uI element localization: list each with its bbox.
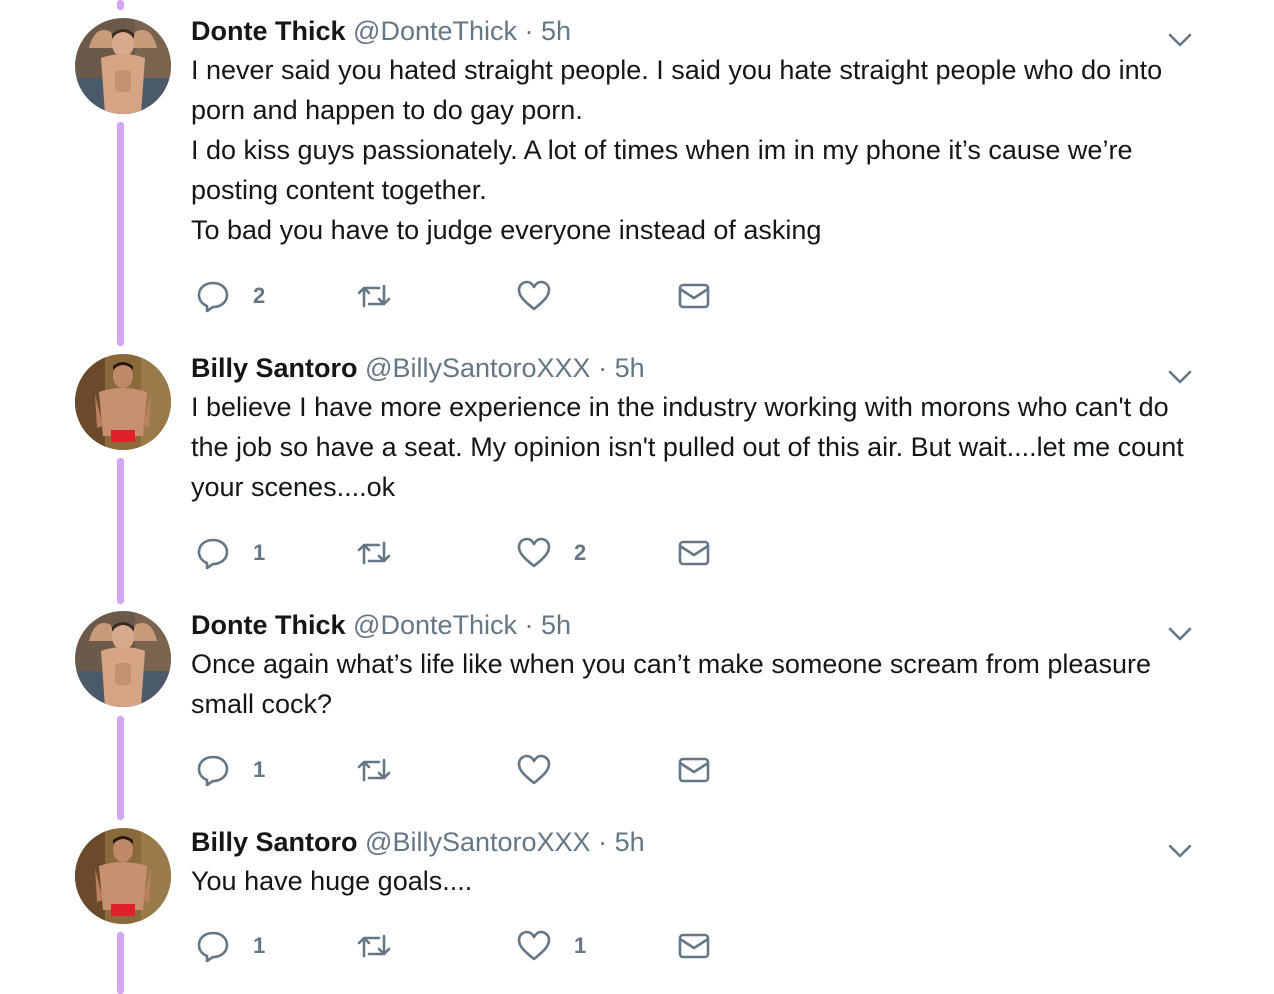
heart-icon <box>516 928 552 964</box>
tweet-header: Donte Thick @DonteThick · 5h <box>191 14 571 48</box>
like-button[interactable]: 2 <box>516 533 586 573</box>
like-button[interactable] <box>516 276 574 316</box>
retweet-button[interactable] <box>355 533 415 573</box>
avatar[interactable] <box>75 828 171 924</box>
tweet-header: Billy Santoro @BillySantoroXXX · 5h <box>191 825 645 859</box>
tweet-text-line: To bad you have to judge everyone instea… <box>191 215 822 245</box>
direct-message-button[interactable] <box>677 276 711 316</box>
user-handle[interactable]: @DonteThick <box>353 610 517 640</box>
retweet-icon <box>355 535 393 571</box>
reply-icon <box>195 535 231 571</box>
timestamp[interactable]: 5h <box>615 827 645 857</box>
tweet-text-line: Once again what’s life like when you can… <box>191 649 1151 719</box>
tweet-header: Billy Santoro @BillySantoroXXX · 5h <box>191 351 645 385</box>
retweet-icon <box>355 278 393 314</box>
tweet-actions: 2 <box>191 276 751 316</box>
chevron-down-icon[interactable] <box>1166 30 1194 50</box>
heart-icon <box>516 278 552 314</box>
timestamp[interactable]: 5h <box>615 353 645 383</box>
thread-line <box>117 0 124 10</box>
display-name[interactable]: Billy Santoro <box>191 353 358 383</box>
user-handle[interactable]: @BillySantoroXXX <box>365 353 591 383</box>
heart-icon <box>516 535 552 571</box>
reply-button[interactable]: 1 <box>195 750 265 790</box>
heart-icon <box>516 752 552 788</box>
chevron-down-icon[interactable] <box>1166 624 1194 644</box>
direct-message-button[interactable] <box>677 926 711 966</box>
tweet: Billy Santoro @BillySantoroXXX · 5h I be… <box>0 351 1274 591</box>
chevron-down-icon[interactable] <box>1166 367 1194 387</box>
avatar[interactable] <box>75 18 171 114</box>
reply-button[interactable]: 2 <box>195 276 265 316</box>
tweet-actions: 1 2 <box>191 533 751 573</box>
display-name[interactable]: Billy Santoro <box>191 827 358 857</box>
tweet-text: Once again what’s life like when you can… <box>191 644 1211 724</box>
avatar[interactable] <box>75 354 171 450</box>
retweet-button[interactable] <box>355 926 415 966</box>
tweet-text: You have huge goals.... <box>191 861 1211 901</box>
user-handle[interactable]: @DonteThick <box>353 16 517 46</box>
reply-icon <box>195 278 231 314</box>
direct-message-button[interactable] <box>677 533 711 573</box>
tweet-text-line: I never said you hated straight people. … <box>191 55 1163 125</box>
like-button[interactable]: 1 <box>516 926 586 966</box>
reply-button[interactable]: 1 <box>195 533 265 573</box>
retweet-icon <box>355 928 393 964</box>
chevron-down-icon[interactable] <box>1166 841 1194 861</box>
direct-message-button[interactable] <box>677 750 711 790</box>
tweet-actions: 1 1 <box>191 926 751 966</box>
separator-dot: · <box>598 353 608 383</box>
avatar[interactable] <box>75 611 171 707</box>
separator-dot: · <box>524 16 534 46</box>
envelope-icon <box>677 929 711 963</box>
like-button[interactable] <box>516 750 574 790</box>
reply-count: 1 <box>253 933 266 958</box>
separator-dot: · <box>598 827 608 857</box>
reply-count: 1 <box>253 757 266 782</box>
user-handle[interactable]: @BillySantoroXXX <box>365 827 591 857</box>
tweet: Donte Thick @DonteThick · 5h Once again … <box>0 608 1274 808</box>
tweet-text: I never said you hated straight people. … <box>191 50 1211 250</box>
like-count: 2 <box>574 540 587 565</box>
tweet-text-line: I believe I have more experience in the … <box>191 392 1184 502</box>
reply-button[interactable]: 1 <box>195 926 265 966</box>
tweet-text-line: You have huge goals.... <box>191 866 473 896</box>
timestamp[interactable]: 5h <box>541 610 571 640</box>
reply-count: 2 <box>253 283 266 308</box>
reply-count: 1 <box>253 540 266 565</box>
timestamp[interactable]: 5h <box>541 16 571 46</box>
retweet-icon <box>355 752 393 788</box>
envelope-icon <box>677 536 711 570</box>
display-name[interactable]: Donte Thick <box>191 16 346 46</box>
reply-icon <box>195 928 231 964</box>
separator-dot: · <box>524 610 534 640</box>
tweet: Billy Santoro @BillySantoroXXX · 5h You … <box>0 825 1274 994</box>
tweet-text-line: I do kiss guys passionately. A lot of ti… <box>191 135 1133 205</box>
retweet-button[interactable] <box>355 276 415 316</box>
tweet-text: I believe I have more experience in the … <box>191 387 1211 507</box>
like-count: 1 <box>574 933 587 958</box>
reply-icon <box>195 752 231 788</box>
display-name[interactable]: Donte Thick <box>191 610 346 640</box>
envelope-icon <box>677 279 711 313</box>
tweet-actions: 1 <box>191 750 751 790</box>
tweet: Donte Thick @DonteThick · 5h I never sai… <box>0 14 1274 334</box>
retweet-button[interactable] <box>355 750 415 790</box>
tweet-header: Donte Thick @DonteThick · 5h <box>191 608 571 642</box>
envelope-icon <box>677 753 711 787</box>
